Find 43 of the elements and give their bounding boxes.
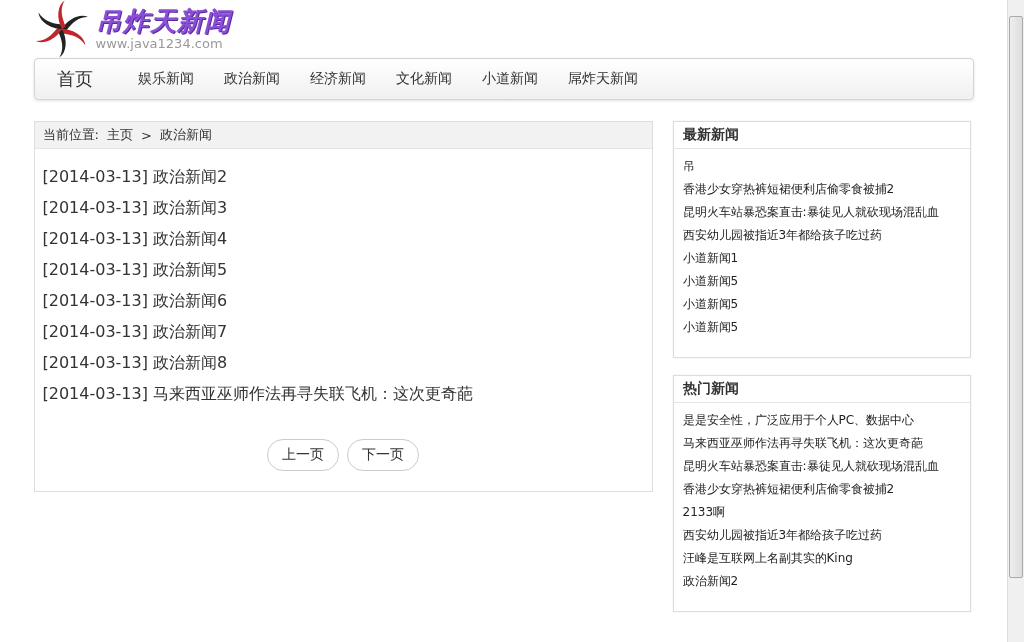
breadcrumb-separator: > [140, 127, 152, 143]
home-nav-link[interactable]: 首页 [44, 67, 123, 91]
sidebar-news-link[interactable]: 西安幼儿园被指近3年都给孩子吃过药 [682, 524, 961, 547]
sidebar-news-link[interactable]: 吊 [682, 155, 961, 178]
sidebar-news-link[interactable]: 小道新闻5 [682, 316, 961, 339]
news-link[interactable]: [2014-03-13] 政治新闻2 [42, 161, 644, 192]
sidebar-news-link[interactable]: 小道新闻5 [682, 293, 961, 316]
breadcrumb-link[interactable]: 政治新闻 [159, 126, 212, 144]
sidebar-news-link[interactable]: 昆明火车站暴恐案直击:暴徒见人就砍现场混乱血 [682, 201, 961, 224]
breadcrumb-link[interactable]: 主页 [106, 126, 133, 144]
news-link[interactable]: [2014-03-13] 马来西亚巫师作法再寻失联飞机：这次更奇葩 [42, 378, 644, 409]
sidebar-news-link[interactable]: 香港少女穿热裤短裙便利店偷零食被捕2 [682, 478, 961, 501]
sidebar-news-link[interactable]: 西安幼儿园被指近3年都给孩子吃过药 [682, 224, 961, 247]
page-button[interactable]: 下一页 [347, 439, 419, 471]
sidebar-news-link[interactable]: 汪峰是互联网上名副其实的King [682, 547, 961, 570]
scrollbar[interactable] [1007, 0, 1024, 642]
site-url: www.java1234.com [95, 36, 224, 52]
news-link[interactable]: [2014-03-13] 政治新闻8 [42, 347, 644, 378]
sidebar-news-link[interactable]: 2133啊 [682, 501, 961, 524]
nav-link[interactable]: 文化新闻 [380, 70, 467, 88]
nav-link[interactable]: 小道新闻 [466, 70, 553, 88]
breadcrumb-label: 当前位置: [42, 126, 99, 144]
news-link[interactable]: [2014-03-13] 政治新闻4 [42, 223, 644, 254]
sidebar-news-link[interactable]: 政治新闻2 [682, 570, 961, 593]
nav-link[interactable]: 政治新闻 [208, 70, 295, 88]
site-logo-text: 吊炸天新闻 [95, 6, 231, 36]
news-link[interactable]: [2014-03-13] 政治新闻6 [42, 285, 644, 316]
nav-link[interactable]: 经济新闻 [294, 70, 381, 88]
panel-title: 最新新闻 [673, 122, 970, 149]
sidebar-news-link[interactable]: 马来西亚巫师作法再寻失联飞机：这次更奇葩 [682, 432, 961, 455]
news-link[interactable]: [2014-03-13] 政治新闻3 [42, 192, 644, 223]
sidebar-news-link[interactable]: 昆明火车站暴恐案直击:暴徒见人就砍现场混乱血 [682, 455, 961, 478]
sidebar-news-link[interactable]: 小道新闻5 [682, 270, 961, 293]
page-button[interactable]: 上一页 [267, 439, 339, 471]
nav-link[interactable]: 屌炸天新闻 [552, 70, 653, 88]
news-link[interactable]: [2014-03-13] 政治新闻7 [42, 316, 644, 347]
sidebar-news-link[interactable]: 小道新闻1 [682, 247, 961, 270]
nav-link[interactable]: 娱乐新闻 [122, 70, 209, 88]
scrollbar-thumb[interactable] [1009, 16, 1023, 578]
sidebar-news-link[interactable]: 香港少女穿热裤短裙便利店偷零食被捕2 [682, 178, 961, 201]
news-link[interactable]: [2014-03-13] 政治新闻5 [42, 254, 644, 285]
sidebar-news-link[interactable]: 是是安全性，广泛应用于个人PC、数据中心 [682, 409, 961, 432]
panel-title: 热门新闻 [673, 376, 970, 403]
